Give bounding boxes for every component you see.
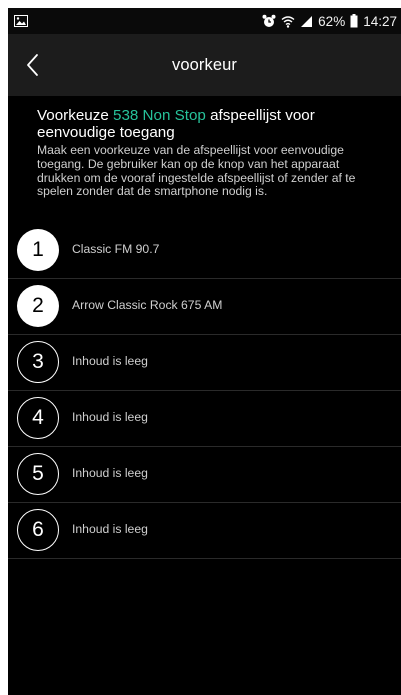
intro-section: Voorkeuze 538 Non Stop afspeellijst voor… xyxy=(37,107,382,199)
intro-description: Maak een voorkeuze van de afspeellijst v… xyxy=(37,143,356,199)
signal-icon xyxy=(300,15,313,28)
status-time: 14:27 xyxy=(363,13,397,29)
page-title: voorkeur xyxy=(172,56,237,74)
battery-percentage: 62% xyxy=(318,13,346,29)
preset-label: Inhoud is leeg xyxy=(72,466,148,480)
top-app-bar: voorkeur xyxy=(8,34,401,96)
preset-item-1[interactable]: 1 Classic FM 90.7 xyxy=(8,223,401,279)
preset-number-badge: 6 xyxy=(17,509,59,551)
preset-label: Inhoud is leeg xyxy=(72,410,148,424)
preset-number-badge: 2 xyxy=(17,285,59,327)
phone-screen: 62% 14:27 voorkeur Voorkeuze 538 Non Sto… xyxy=(8,8,401,695)
preset-item-3[interactable]: 3 Inhoud is leeg xyxy=(8,335,401,391)
intro-heading-prefix: Voorkeuze xyxy=(37,107,113,124)
preset-item-2[interactable]: 2 Arrow Classic Rock 675 AM xyxy=(8,279,401,335)
status-bar: 62% 14:27 xyxy=(8,8,401,34)
preset-number-badge: 5 xyxy=(17,453,59,495)
intro-heading: Voorkeuze 538 Non Stop afspeellijst voor… xyxy=(37,107,382,141)
alarm-clock-icon xyxy=(262,14,276,28)
preset-item-4[interactable]: 4 Inhoud is leeg xyxy=(8,391,401,447)
preset-list: 1 Classic FM 90.7 2 Arrow Classic Rock 6… xyxy=(8,223,401,559)
image-icon xyxy=(14,14,28,27)
preset-label: Classic FM 90.7 xyxy=(72,242,160,256)
wifi-icon xyxy=(281,15,295,28)
preset-item-6[interactable]: 6 Inhoud is leeg xyxy=(8,503,401,559)
preset-number-badge: 3 xyxy=(17,341,59,383)
preset-label: Inhoud is leeg xyxy=(72,522,148,536)
preset-label: Inhoud is leeg xyxy=(72,354,148,368)
status-indicators: 62% 14:27 xyxy=(262,12,397,30)
preset-number-badge: 1 xyxy=(17,229,59,271)
preset-item-5[interactable]: 5 Inhoud is leeg xyxy=(8,447,401,503)
preset-number-badge: 4 xyxy=(17,397,59,439)
playlist-name: 538 Non Stop xyxy=(113,107,206,124)
preset-label: Arrow Classic Rock 675 AM xyxy=(72,298,223,312)
battery-icon xyxy=(350,14,358,28)
